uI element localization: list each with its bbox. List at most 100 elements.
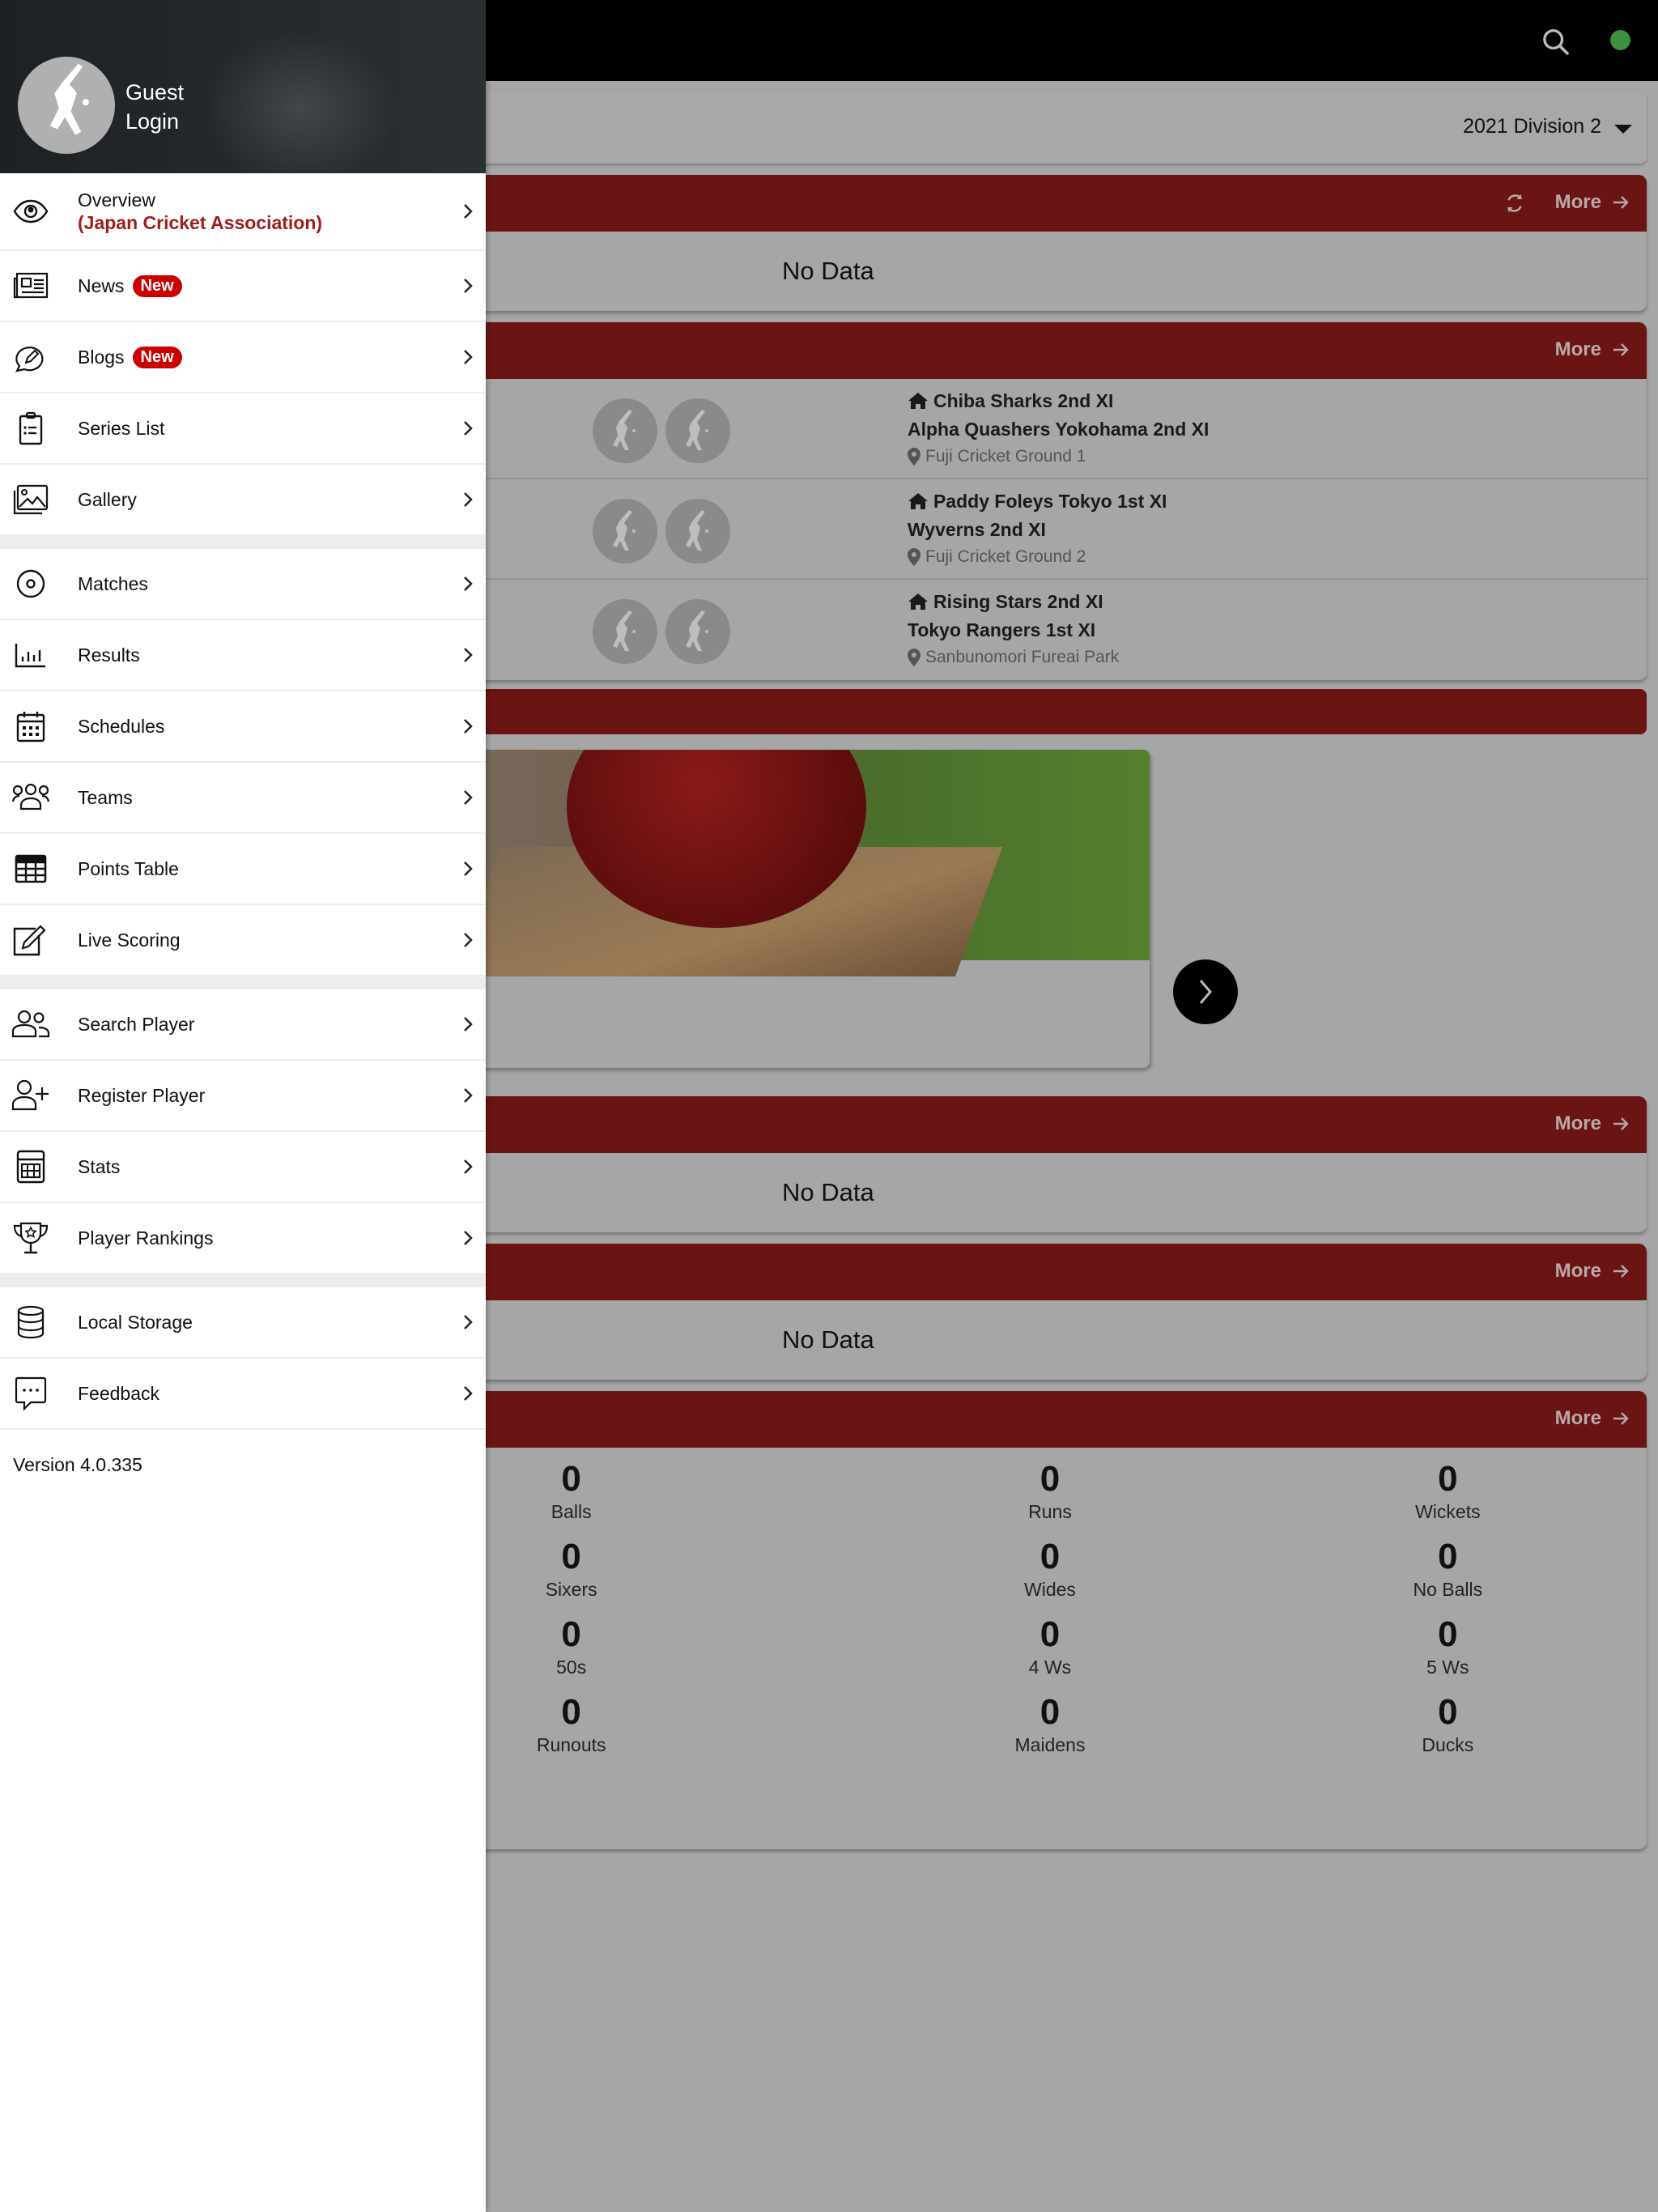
schedules-label: Schedules [78,715,165,737]
card-header: More [453,175,1647,232]
login-link[interactable]: Login [125,107,184,136]
arrow-right-icon [1613,1265,1629,1278]
card-header: More [453,1391,1647,1448]
menu-item-search-player[interactable]: Search Player [0,989,486,1061]
guest-label: Guest [125,80,185,104]
menu-divider [0,976,486,989]
home-icon [908,593,928,610]
chevron-right-icon [464,492,473,507]
more-button[interactable]: More [1555,338,1630,361]
chevron-right-icon [464,1088,473,1103]
cricket-ball-target-icon [11,564,50,603]
stat-balls: 0 Balls [551,1459,592,1522]
menu-item-blogs[interactable]: Blogs New [0,322,486,393]
menu-item-gallery[interactable]: Gallery [0,465,486,536]
menu-item-local-storage[interactable]: Local Storage [0,1287,486,1359]
bar-chart-icon [11,636,50,674]
menu-item-stats[interactable]: Stats [0,1132,486,1203]
points-table-label: Points Table [78,857,179,879]
users-icon [11,1005,50,1044]
more-button[interactable]: More [1555,1260,1630,1283]
app-version: Version 4.0.335 [13,1454,142,1475]
ground-name: Fuji Cricket Ground 1 [925,447,1086,466]
chevron-right-icon [464,421,473,436]
series-selector[interactable]: 2021 Division 2 [453,92,1647,164]
search-player-label: Search Player [78,1013,195,1035]
menu-item-overview[interactable]: Overview (Japan Cricket Association) [0,173,486,251]
stat-wides: 0 Wides [1024,1537,1076,1600]
stat-maidens: 0 Maidens [1014,1692,1086,1755]
cricket-batsman-icon [49,63,89,135]
stat-ducks: 0 Ducks [1422,1692,1474,1755]
menu-item-matches[interactable]: Matches [0,549,486,620]
menu-item-register-player[interactable]: Register Player [0,1061,486,1132]
calendar-icon [11,707,50,746]
stats-card: More 0 Balls 0 Runs 0 Wickets 0 Sixers 0 Wide… [453,1391,1647,1849]
header-background-image [194,24,405,173]
series-list-label: Series List [78,417,165,439]
home-icon [908,393,928,409]
fixture-row[interactable]: Chiba Sharks 2nd XI Alpha Quashers Yokoh… [453,379,1647,479]
arrow-right-icon [1613,1412,1629,1425]
menu-item-news[interactable]: News New [0,251,486,322]
stat-no-balls: 0 No Balls [1413,1537,1483,1600]
chevron-right-icon [464,719,473,734]
register-player-label: Register Player [78,1084,206,1106]
carousel-next-button[interactable] [1173,959,1238,1024]
chevron-right-icon [464,350,473,364]
stats-label: Stats [78,1155,121,1177]
drawer-header: Guest Login [0,0,486,173]
menu-item-schedules[interactable]: Schedules [0,691,486,763]
chevron-right-icon [464,1159,473,1174]
location-pin-icon [908,649,920,666]
blog-pen-bubble-icon [11,338,50,376]
no-data-text: No Data [782,1178,874,1206]
team-logo-icon [593,499,657,564]
recent-results-card: More No Data [453,1096,1647,1232]
new-badge: New [132,274,182,297]
more-button[interactable]: More [1555,1407,1630,1430]
chevron-right-icon [464,576,473,591]
stat-50s: 0 50s [556,1614,587,1678]
arrow-right-icon [1613,196,1629,209]
menu-item-points-table[interactable]: Points Table [0,834,486,905]
newspaper-icon [11,266,50,305]
database-icon [11,1303,50,1342]
fixture-row[interactable]: Paddy Foleys Tokyo 1st XI Wyverns 2nd XI… [453,479,1647,580]
refresh-icon[interactable] [1503,191,1527,215]
news-image [453,750,1150,976]
home-team: Rising Stars 2nd XI [933,590,1103,612]
search-icon[interactable] [1540,26,1572,58]
chat-bubble-icon [11,1374,50,1413]
more-button[interactable]: More [1555,1112,1630,1135]
dropdown-caret-icon [1614,125,1632,134]
menu-item-results[interactable]: Results [0,620,486,691]
menu-item-feedback[interactable]: Feedback [0,1359,486,1430]
navigation-drawer: Guest Login Overview (Japan Cricket Assoc… [0,0,486,2212]
gallery-images-icon [11,480,50,519]
fixture-row[interactable]: Rising Stars 2nd XI Tokyo Rangers 1st XI… [453,580,1647,680]
menu-item-series-list[interactable]: Series List [0,393,486,465]
home-team: Chiba Sharks 2nd XI [933,389,1114,411]
no-data-text: No Data [782,1325,874,1354]
arrow-right-icon [1613,1117,1629,1130]
menu-item-player-rankings[interactable]: Player Rankings [0,1203,486,1274]
table-grid-icon [11,849,50,888]
more-button[interactable]: More [1555,191,1630,214]
feedback-label: Feedback [78,1382,160,1404]
blogs-label: Blogs [78,346,125,368]
chevron-right-icon [464,1017,473,1032]
gallery-label: Gallery [78,488,137,510]
card-header: More [453,322,1647,379]
menu-item-live-scoring[interactable]: Live Scoring [0,905,486,976]
menu-item-teams[interactable]: Teams [0,763,486,834]
avatar[interactable] [18,57,115,154]
card-header: More [453,1244,1647,1300]
top-performers-card: More No Data [453,1244,1647,1380]
stat-sixers: 0 Sixers [545,1537,597,1600]
news-card[interactable]: s s ... [453,750,1150,1068]
team-logo-icon [665,398,730,463]
away-team: Alpha Quashers Yokohama 2nd XI [908,419,1209,440]
chevron-right-icon [464,790,473,805]
group-people-icon [11,778,50,817]
